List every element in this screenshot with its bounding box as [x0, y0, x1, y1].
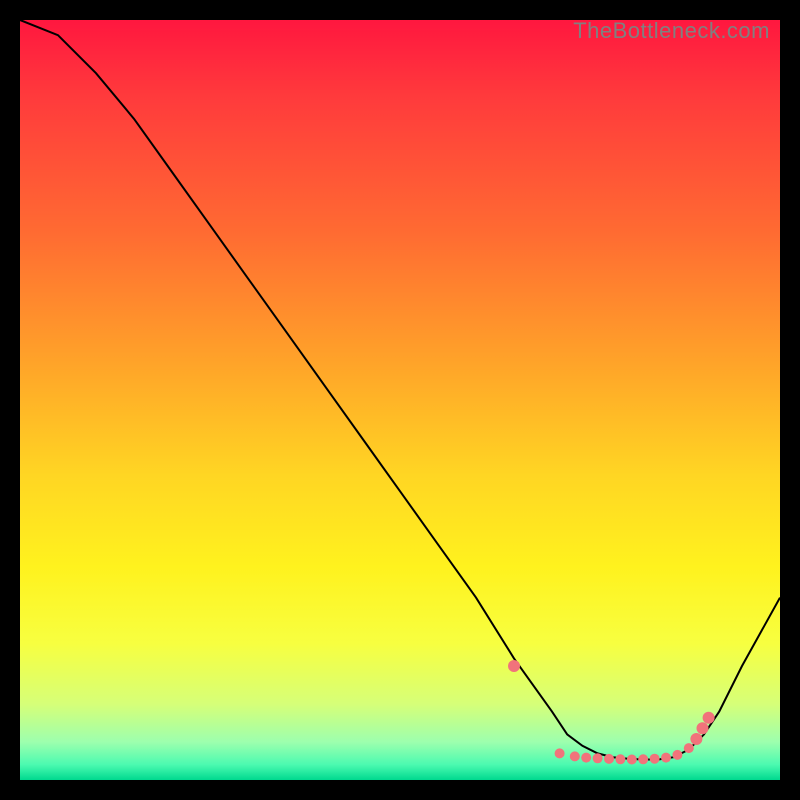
curve-dot	[703, 712, 715, 724]
curve-line	[20, 20, 780, 760]
curve-dot	[604, 754, 614, 764]
curve-dot	[661, 753, 671, 763]
curve-dot	[697, 722, 709, 734]
curve-dot	[555, 748, 565, 758]
curve-dot	[638, 754, 648, 764]
curve-dot	[650, 754, 660, 764]
curve-dot	[627, 755, 637, 765]
chart-frame: TheBottleneck.com	[0, 0, 800, 800]
curve-dot	[593, 753, 603, 763]
curve-dot	[508, 660, 520, 672]
curve-dot	[672, 750, 682, 760]
curve-dot	[570, 751, 580, 761]
curve-dot	[690, 733, 702, 745]
curve-dot	[581, 753, 591, 763]
watermark-text: TheBottleneck.com	[573, 18, 770, 44]
plot-area: TheBottleneck.com	[20, 20, 780, 780]
curve-dot	[615, 754, 625, 764]
curve-dot	[684, 743, 694, 753]
bottleneck-curve	[20, 20, 780, 780]
